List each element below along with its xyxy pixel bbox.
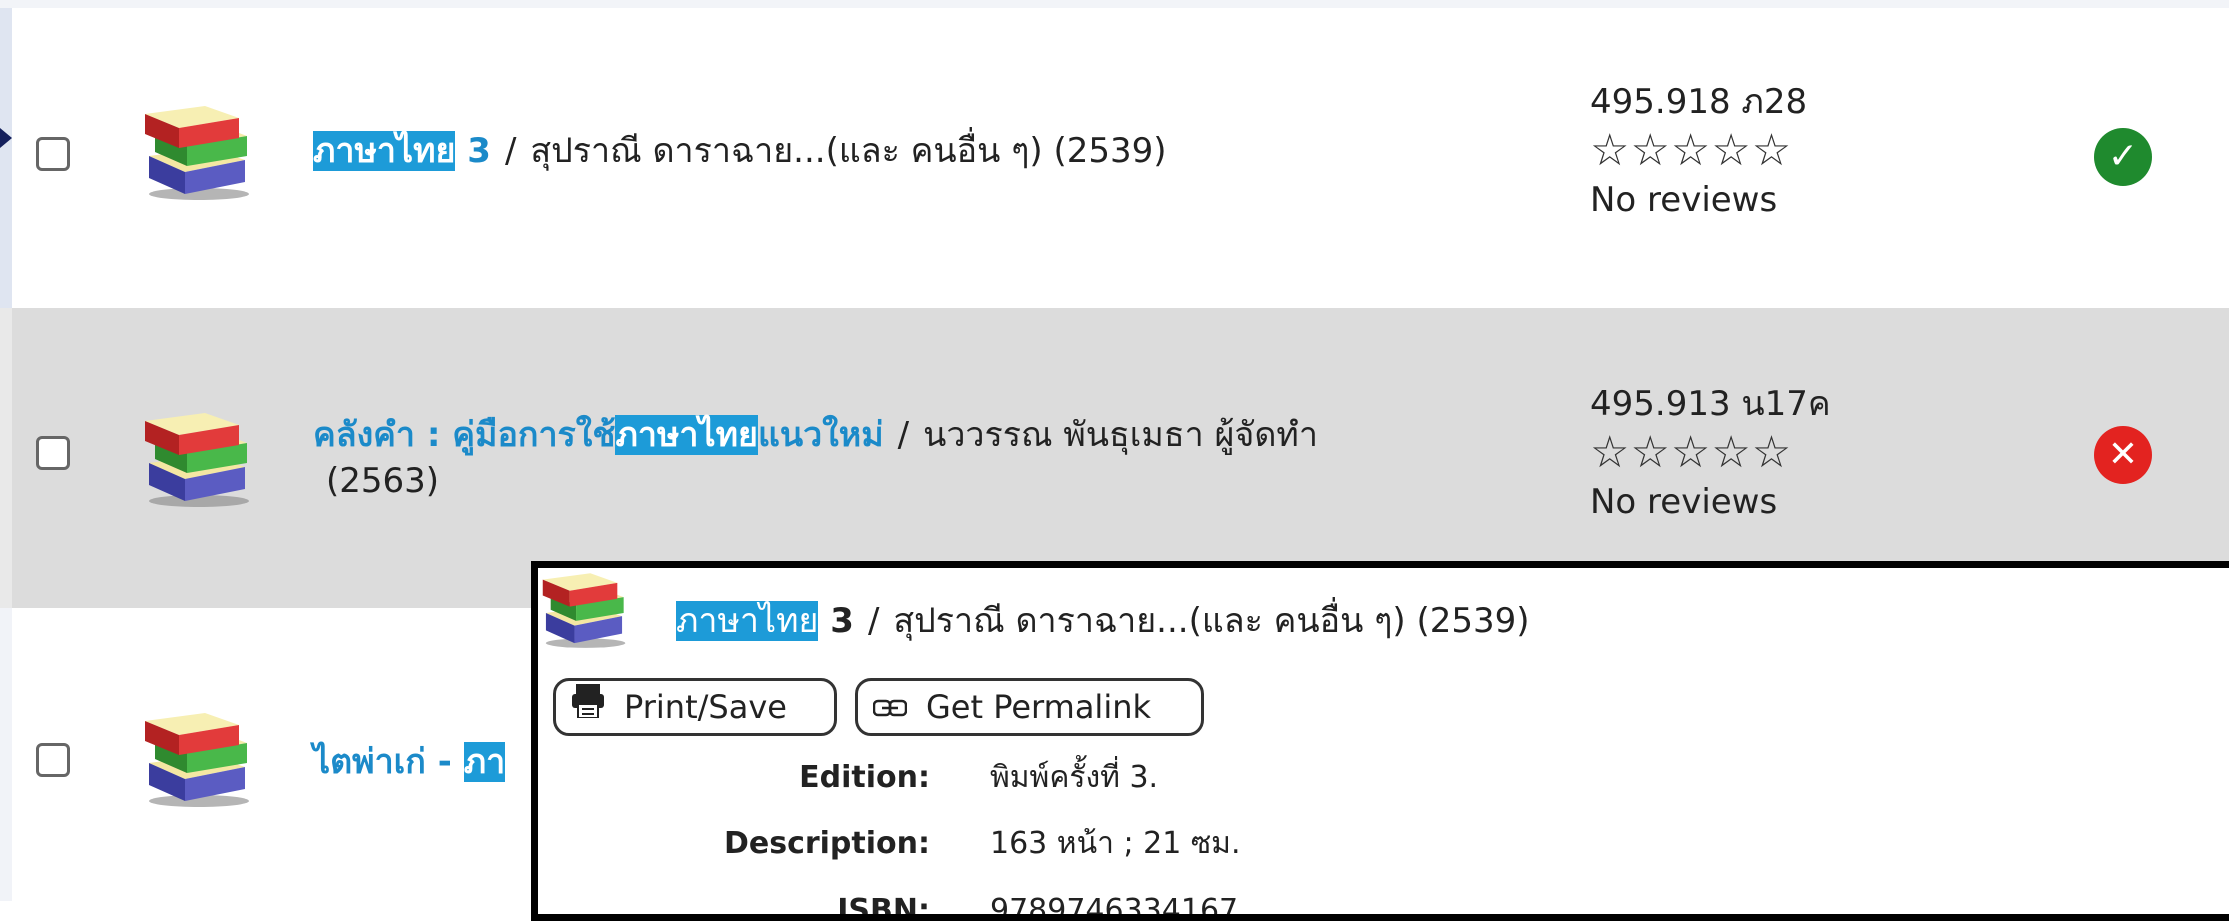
select-checkbox[interactable] [36, 743, 70, 777]
top-strip [0, 0, 2229, 8]
rating-stars[interactable]: ☆☆☆☆☆ [1590, 428, 1831, 478]
author-text: นววรรณ พันธุเมธา ผู้จัดทำ [923, 415, 1318, 455]
select-checkbox[interactable] [36, 436, 70, 470]
title-highlight: ภา [463, 742, 506, 782]
publication-year: (2563) [326, 461, 440, 501]
title-suffix: แนวใหม่ [757, 415, 884, 455]
link-icon [872, 683, 908, 735]
call-number: 495.913 น17ค [1590, 384, 1831, 424]
title-prefix: ไตพ่าเก่ - [313, 742, 464, 782]
select-checkbox[interactable] [36, 137, 70, 171]
result-title-line: ภาษาไทย 3 / สุปราณี ดาราฉาย...(และ คนอื่น … [313, 128, 1167, 174]
printer-icon [570, 683, 606, 735]
description-label: Description: [723, 826, 930, 861]
available-check-icon: ✓ [2094, 128, 2152, 186]
reviews-text: No reviews [1590, 482, 1778, 522]
title-suffix: 3 [455, 131, 491, 171]
description-value: 163 หน้า ; 21 ซม. [990, 826, 1241, 861]
author-text: สุปราณี ดาราฉาย...(และ คนอื่น ๆ) (2539) [893, 601, 1530, 641]
title-highlight: ภาษาไทย [313, 131, 456, 171]
call-number-block: 495.913 น17ค ☆☆☆☆☆ No reviews [1590, 380, 1831, 526]
book-stack-icon [145, 106, 249, 200]
row-left-edge [0, 608, 12, 901]
unavailable-x-icon: ✕ [2094, 426, 2152, 484]
result-title-line: ไตพ่าเก่ - ภา [313, 739, 506, 785]
pointer-arrow-icon [0, 128, 12, 148]
result-title-link[interactable]: ภาษาไทย 3 [313, 131, 491, 171]
call-number-block: 495.918 ภ28 ☆☆☆☆☆ No reviews [1590, 78, 1807, 224]
title-highlight: ภาษาไทย [615, 415, 758, 455]
print-save-button[interactable]: Print/Save [553, 678, 837, 736]
title-prefix: คลังคำ : คู่มือการใช้ [313, 415, 616, 455]
popup-title: ภาษาไทย 3 / สุปราณี ดาราฉาย...(และ คนอื่น … [676, 598, 1530, 644]
record-preview-popup: ภาษาไทย 3 / สุปราณี ดาราฉาย...(และ คนอื่น … [531, 561, 2229, 921]
title-highlight: ภาษาไทย [676, 601, 819, 641]
result-title-link[interactable]: ไตพ่าเก่ - ภา [313, 742, 506, 782]
edition-value: พิมพ์ครั้งที่ 3. [990, 760, 1159, 795]
call-number: 495.918 ภ28 [1590, 82, 1808, 122]
get-permalink-label: Get Permalink [926, 688, 1152, 726]
title-separator: / [867, 601, 880, 641]
print-save-label: Print/Save [624, 688, 787, 726]
isbn-value: 9789746334167 [990, 893, 1239, 921]
book-stack-icon [542, 573, 626, 648]
get-permalink-button[interactable]: Get Permalink [855, 678, 1204, 736]
result-row: ภาษาไทย 3 / สุปราณี ดาราฉาย...(และ คนอื่น … [0, 8, 2229, 308]
row-left-edge [0, 8, 12, 308]
book-stack-icon [145, 413, 249, 507]
edition-label: Edition: [799, 760, 930, 795]
row-left-edge [0, 308, 12, 608]
rating-stars[interactable]: ☆☆☆☆☆ [1590, 126, 1807, 176]
reviews-text: No reviews [1590, 180, 1778, 220]
result-title-line: คลังคำ : คู่มือการใช้ภาษาไทยแนวใหม่ / นววร… [313, 412, 1318, 458]
title-suffix: 3 [818, 601, 854, 641]
isbn-label: ISBN: [837, 893, 930, 921]
author-text: สุปราณี ดาราฉาย...(และ คนอื่น ๆ) (2539) [530, 131, 1167, 171]
title-separator: / [504, 131, 517, 171]
result-title-link[interactable]: คลังคำ : คู่มือการใช้ภาษาไทยแนวใหม่ [313, 415, 884, 455]
title-separator: / [897, 415, 910, 455]
book-stack-icon [145, 713, 249, 807]
